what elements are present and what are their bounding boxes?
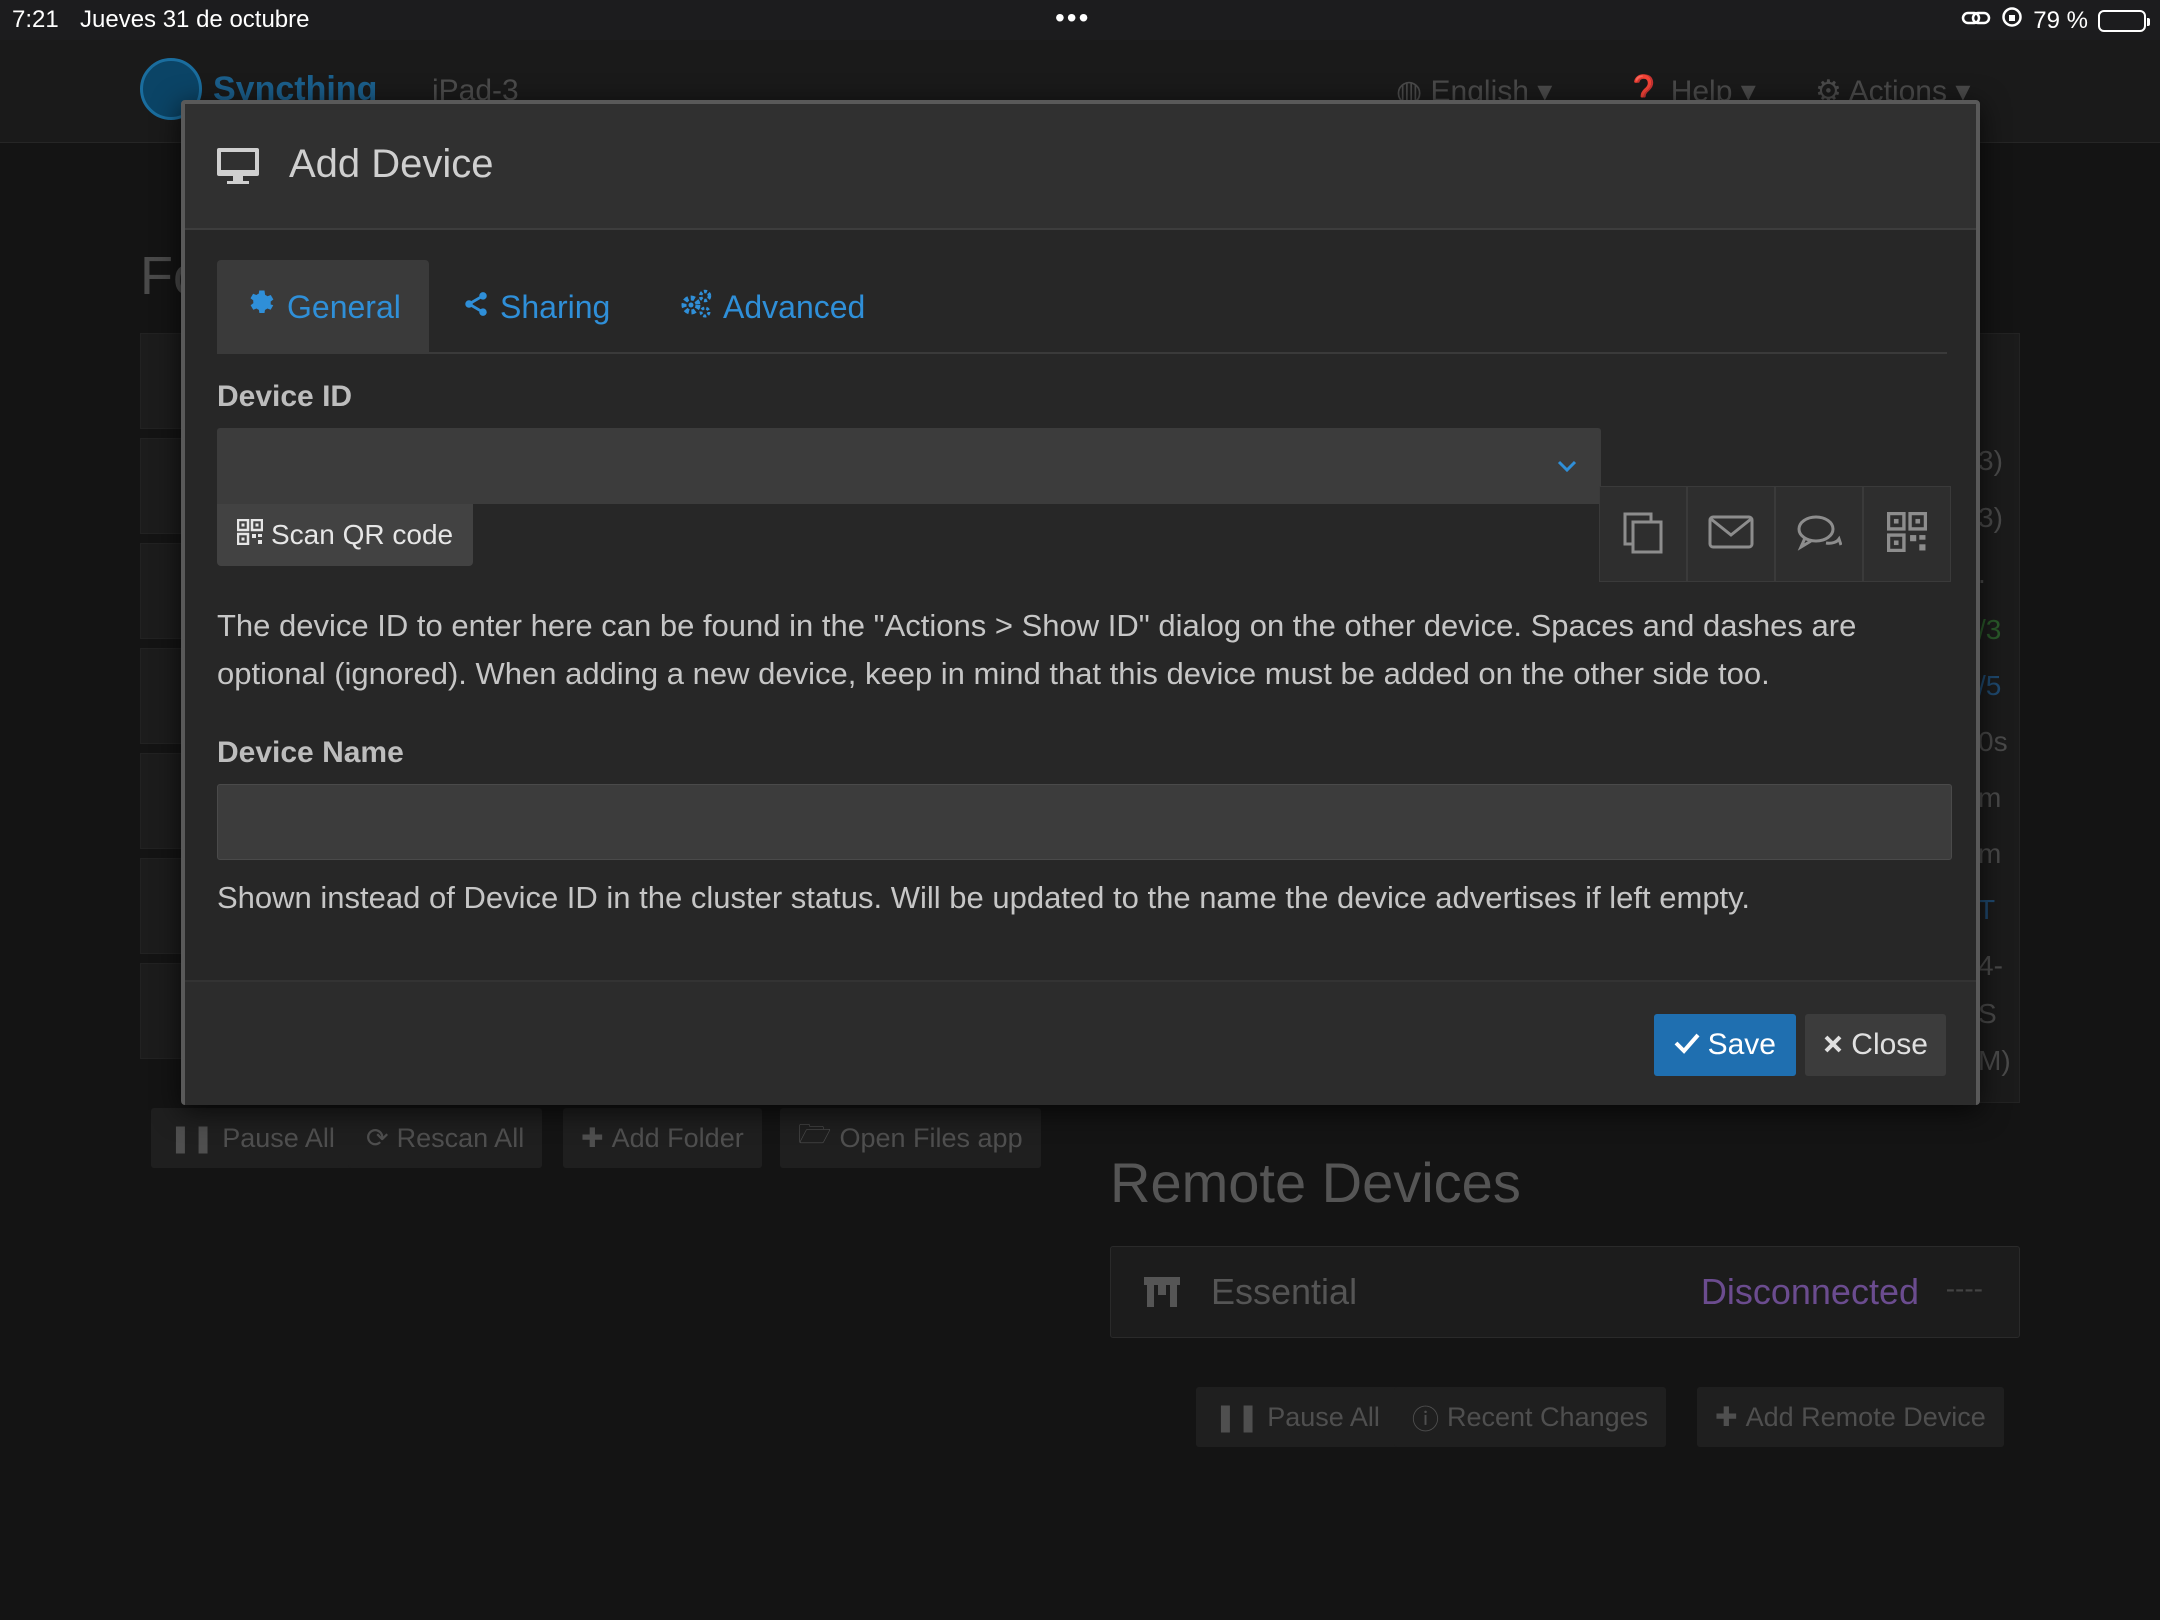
device-id-label: Device ID	[217, 380, 353, 413]
rescan-all-label: Rescan All	[396, 1122, 525, 1153]
folder-open-icon: 🗁	[798, 1119, 832, 1149]
recent-changes-button[interactable]: ⓘ Recent Changes	[1394, 1387, 1667, 1447]
copy-icon	[1621, 510, 1665, 559]
plus-icon: ✚	[1715, 1401, 1738, 1432]
pause-all-devices-label: Pause All	[1267, 1401, 1380, 1432]
device-id-addons	[1599, 486, 1951, 582]
tab-general[interactable]: General	[217, 260, 429, 354]
battery-icon	[2098, 9, 2150, 32]
save-label: Save	[1707, 1028, 1776, 1061]
close-label: Close	[1851, 1028, 1928, 1061]
save-button[interactable]: Save	[1653, 1014, 1796, 1076]
remote-device-rate: ----	[1945, 1273, 1983, 1304]
panel-edge-text: m	[1978, 782, 2002, 813]
gear-icon	[247, 288, 277, 326]
status-right: 79 %	[1961, 6, 2150, 35]
desktop-icon	[215, 146, 261, 186]
show-qrcode-button[interactable]	[1863, 486, 1951, 582]
close-icon	[1823, 1028, 1843, 1062]
scan-qr-code-button[interactable]: Scan QR code	[217, 504, 474, 566]
device-icon	[1143, 1275, 1181, 1309]
pause-icon: ❚❚	[169, 1122, 215, 1153]
open-files-app-button[interactable]: 🗁 Open Files app	[780, 1108, 1041, 1168]
modal-footer: Save Close	[185, 980, 1976, 1105]
panel-edge-text: M)	[1978, 1045, 2011, 1076]
share-icon	[462, 289, 490, 326]
recent-changes-label: Recent Changes	[1447, 1401, 1649, 1432]
tab-sharing-label: Sharing	[500, 288, 611, 325]
modal-header: Add Device	[185, 104, 1976, 230]
panel-edge-text: /5	[1978, 670, 2002, 701]
pause-icon: ❚❚	[1214, 1401, 1260, 1432]
refresh-icon: ⟳	[366, 1122, 389, 1153]
device-name-input[interactable]	[217, 784, 1952, 860]
panel-edge-text: 4-	[1978, 950, 2003, 981]
panel-edge-text: m	[1978, 838, 2002, 869]
close-button[interactable]: Close	[1805, 1014, 1946, 1076]
remote-device-status: Disconnected	[1700, 1271, 1919, 1312]
remote-devices-title: Remote Devices	[1110, 1151, 1521, 1214]
panel-edge-text: S	[1978, 998, 1997, 1029]
add-device-modal: Add Device General Sharing Advanced Devi…	[181, 100, 1980, 1105]
panel-edge-text: /3	[1978, 614, 2002, 645]
add-remote-label: Add Remote Device	[1745, 1401, 1986, 1432]
multitasking-dots-icon[interactable]: •••	[1055, 2, 1090, 34]
qrcode-icon	[236, 518, 264, 552]
envelope-icon	[1708, 514, 1754, 555]
orientation-lock-icon	[2001, 6, 2023, 35]
plus-icon: ✚	[581, 1122, 604, 1153]
battery-percent: 79 %	[2033, 6, 2088, 34]
pause-all-folders-button[interactable]: ❚❚ Pause All	[151, 1108, 353, 1168]
device-id-select[interactable]	[217, 428, 1601, 504]
add-remote-device-button[interactable]: ✚ Add Remote Device	[1697, 1387, 2004, 1447]
status-time: 7:21	[12, 6, 59, 33]
tab-general-label: General	[287, 288, 401, 325]
panel-edge-text: 0s	[1978, 726, 2008, 757]
status-date: Jueves 31 de octubre	[80, 6, 310, 33]
panel-edge-text: 3)	[1978, 445, 2003, 476]
device-name-help-text: Shown instead of Device ID in the cluste…	[217, 880, 1750, 915]
email-share-button[interactable]	[1687, 486, 1775, 582]
qrcode-icon	[1886, 511, 1928, 557]
rescan-all-button[interactable]: ⟳ Rescan All	[348, 1108, 543, 1168]
device-name-label: Device Name	[217, 736, 404, 769]
tab-sharing[interactable]: Sharing	[432, 260, 640, 354]
pause-all-devices-button[interactable]: ❚❚ Pause All	[1196, 1387, 1398, 1447]
check-icon	[1674, 1028, 1700, 1062]
modal-title: Add Device	[289, 142, 494, 186]
device-id-help-text: The device ID to enter here can be found…	[217, 608, 1857, 691]
pause-all-label: Pause All	[222, 1122, 335, 1153]
chevron-down-icon	[1555, 454, 1579, 478]
link-icon	[1961, 7, 1991, 35]
remote-device-panel[interactable]: Essential Disconnected ----	[1110, 1246, 2020, 1338]
add-folder-label: Add Folder	[611, 1122, 744, 1153]
panel-edge-text: T	[1978, 894, 1996, 925]
panel-edge-text: 3)	[1978, 502, 2003, 533]
copy-button[interactable]	[1599, 486, 1687, 582]
info-icon: ⓘ	[1412, 1404, 1439, 1435]
remote-device-name: Essential	[1211, 1271, 1358, 1312]
modal-tabs: General Sharing Advanced	[217, 260, 1947, 354]
gears-icon	[679, 288, 713, 326]
sms-share-button[interactable]	[1775, 486, 1863, 582]
status-bar: 7:21 Jueves 31 de octubre ••• 79 %	[0, 0, 2160, 40]
comments-icon	[1796, 513, 1843, 556]
open-files-label: Open Files app	[839, 1122, 1023, 1153]
scan-qr-code-label: Scan QR code	[271, 519, 454, 550]
tab-advanced-label: Advanced	[723, 288, 866, 325]
add-folder-button[interactable]: ✚ Add Folder	[563, 1108, 762, 1168]
tab-advanced[interactable]: Advanced	[649, 260, 895, 354]
